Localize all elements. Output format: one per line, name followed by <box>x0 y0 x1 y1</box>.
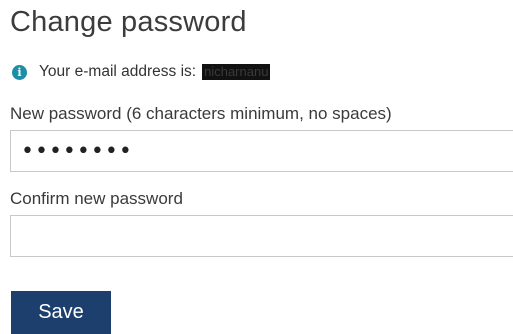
change-password-page: Change password i Your e-mail address is… <box>0 0 513 334</box>
save-button[interactable]: Save <box>11 291 111 334</box>
redacted-email: nicharnanu <box>202 64 271 80</box>
new-password-label: New password (6 characters minimum, no s… <box>10 104 392 123</box>
confirm-password-field[interactable] <box>10 215 513 257</box>
email-info-label: Your e-mail address is: <box>39 63 197 80</box>
confirm-password-label: Confirm new password <box>10 189 183 208</box>
info-icon: i <box>12 64 27 80</box>
email-info-row: i Your e-mail address is: nicharnanu <box>12 62 271 82</box>
page-title: Change password <box>10 6 247 38</box>
new-password-field[interactable] <box>10 130 513 172</box>
